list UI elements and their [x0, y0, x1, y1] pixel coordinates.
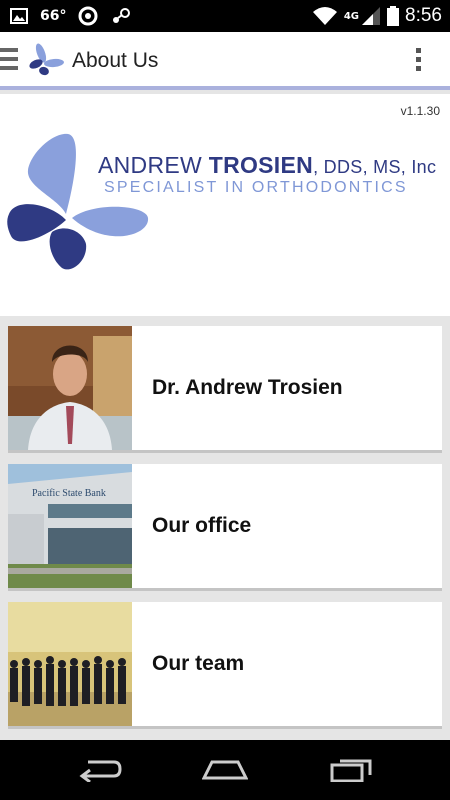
signal-icon	[362, 7, 381, 25]
list-item-office[interactable]: Pacific State Bank Our office	[8, 464, 442, 591]
app-notification-icon	[78, 6, 98, 26]
list-item-team[interactable]: Our team	[8, 602, 442, 729]
recent-apps-icon[interactable]	[330, 756, 374, 782]
name-first: ANDREW	[98, 152, 209, 178]
steam-icon	[113, 8, 131, 23]
wifi-icon	[312, 7, 337, 25]
practice-name: ANDREW TROSIEN, DDS, MS, Inc	[98, 152, 436, 179]
list-item-doctor[interactable]: Dr. Andrew Trosien	[8, 326, 442, 453]
clock-text: 8:56	[405, 5, 442, 26]
tagline: SPECIALIST IN ORTHODONTICS	[104, 179, 408, 196]
back-icon[interactable]	[78, 756, 122, 782]
menu-icon[interactable]	[0, 48, 18, 70]
image-notification-icon	[10, 8, 28, 24]
name-last: TROSIEN	[208, 152, 314, 178]
about-list: Dr. Andrew Trosien Pacific State Bank Ou…	[8, 326, 442, 750]
status-bar: 66° 4G 8:56	[0, 0, 450, 32]
version-text: v1.1.30	[400, 104, 440, 118]
office-photo: Pacific State Bank	[8, 464, 132, 588]
temperature-text: 66°	[40, 8, 67, 24]
credentials: , DDS, MS, Inc	[313, 157, 437, 177]
doctor-photo	[8, 326, 132, 450]
butterfly-logo-icon[interactable]	[28, 42, 64, 78]
app-bar: About Us	[0, 32, 450, 90]
battery-icon	[387, 6, 400, 26]
list-item-label: Our team	[152, 652, 245, 675]
network-type-text: 4G	[343, 10, 360, 22]
page-title: About Us	[72, 49, 159, 72]
list-item-label: Dr. Andrew Trosien	[152, 376, 343, 399]
bank-sign: Pacific State Bank	[32, 488, 106, 499]
list-item-label: Our office	[152, 514, 252, 537]
team-photo	[8, 602, 132, 726]
overflow-menu-icon[interactable]	[414, 48, 422, 74]
home-icon[interactable]	[202, 756, 248, 782]
practice-banner: v1.1.30 ANDREW TROSIEN, DDS, MS, Inc SPE…	[0, 94, 450, 316]
navigation-bar	[0, 740, 450, 800]
